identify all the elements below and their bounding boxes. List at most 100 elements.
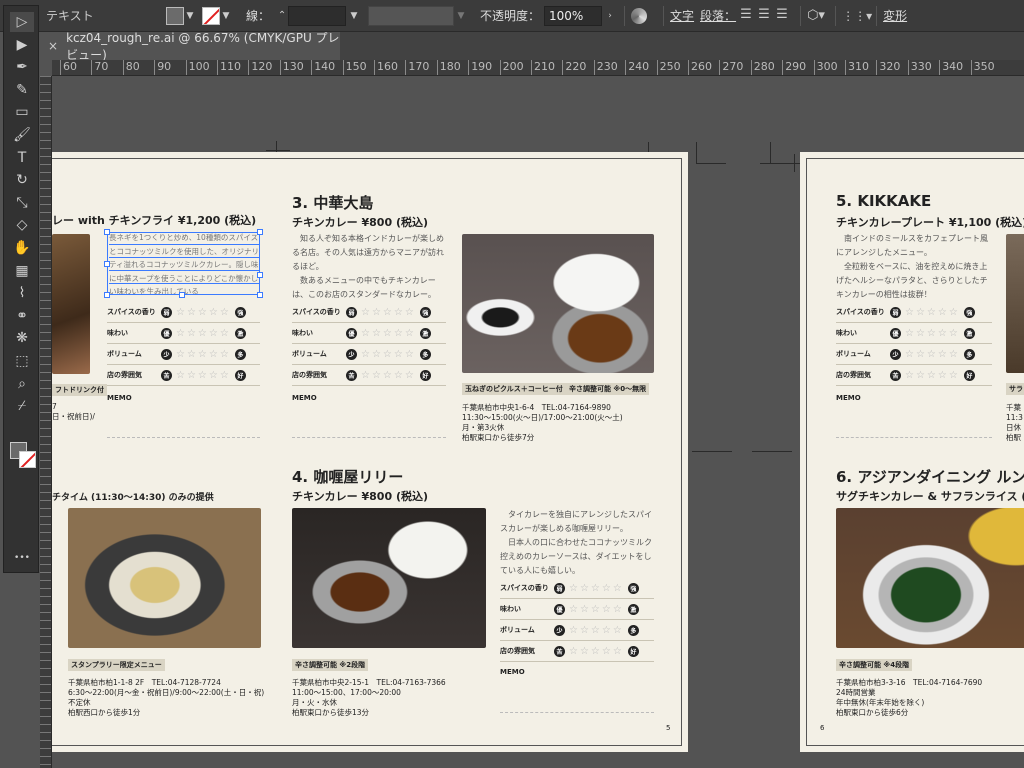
resize-handle[interactable]	[257, 229, 263, 235]
page-number-6: 6	[820, 724, 825, 732]
rating-min-badge: 少	[161, 348, 172, 360]
paintbrush-tool-icon[interactable]: 🖌	[10, 125, 34, 145]
character-link[interactable]: 文字	[670, 7, 694, 24]
more-tools-icon[interactable]: •••	[10, 548, 34, 568]
eyedropper-2-tool-icon[interactable]: ⌿	[10, 396, 34, 416]
rating-stars[interactable]: ☆☆☆☆☆	[569, 604, 624, 615]
rating-stars[interactable]: ☆☆☆☆☆	[176, 370, 231, 381]
close-icon[interactable]: ×	[48, 39, 58, 53]
pen-tool-icon[interactable]: ✒	[10, 57, 34, 77]
document-tab-bar: × kcz04_rough_re.ai @ 66.67% (CMYK/GPU プ…	[40, 31, 1024, 62]
rectangle-tool-icon[interactable]: ▭	[10, 102, 34, 122]
control-bar: テキスト ▼ ▼ 線： ⌃ ▼ ▼ 不透明度： 100% › 文字 段落： ☰ …	[0, 0, 1024, 32]
fill-swatch[interactable]: ▼	[166, 5, 196, 27]
chevron-down-icon[interactable]: ▼	[220, 5, 232, 27]
align-center-icon[interactable]: ☰	[758, 7, 776, 24]
rating-min-badge: 弱	[346, 306, 357, 318]
resize-handle[interactable]	[104, 292, 110, 298]
document-tab[interactable]: × kcz04_rough_re.ai @ 66.67% (CMYK/GPU プ…	[40, 31, 340, 62]
stroke-swatch[interactable]: ▼	[202, 5, 232, 27]
shape-options-icon[interactable]: ⬡▾	[807, 8, 829, 23]
section4-rating: スパイスの香り弱 ☆☆☆☆☆ 強味わい優 ☆☆☆☆☆ 激ボリューム少 ☆☆☆☆☆ 多店の雰囲…	[500, 578, 654, 662]
align-left-icon[interactable]: ☰	[740, 7, 758, 24]
rating-stars[interactable]: ☆☆☆☆☆	[569, 583, 624, 594]
section3-tag-2: 辛さ調整可能 ※0〜無限	[566, 383, 650, 395]
scale-tool-icon[interactable]: ⤡	[10, 193, 34, 213]
type-tool-icon[interactable]: T	[10, 148, 34, 168]
ruler-tick-label: 200	[499, 60, 524, 75]
brush-definition-dropdown[interactable]: ▼	[368, 5, 468, 27]
resize-handle[interactable]	[179, 292, 185, 298]
artboard-page-5[interactable]: レー with チキンフライ ¥1,200 (税込) 長ネギを1つくりと炒め、1…	[52, 152, 688, 752]
rating-stars[interactable]: ☆☆☆☆☆	[361, 370, 416, 381]
stroke-weight-stepper[interactable]: ⌃ ▼	[276, 5, 362, 27]
eyedropper-tool-icon[interactable]: ⌇	[10, 283, 34, 303]
opacity-field[interactable]: 100%	[544, 5, 603, 26]
section4-memo: MEMO	[500, 668, 525, 676]
rating-stars[interactable]: ☆☆☆☆☆	[905, 370, 960, 381]
rating-stars[interactable]: ☆☆☆☆☆	[569, 646, 624, 657]
rating-row: ボリューム 少 ☆☆☆☆☆ 多	[836, 344, 992, 365]
artboard-canvas[interactable]: レー with チキンフライ ¥1,200 (税込) 長ネギを1つくりと炒め、1…	[52, 76, 1024, 768]
rating-stars[interactable]: ☆☆☆☆☆	[905, 328, 960, 339]
section1-photo	[52, 234, 90, 374]
ruler-tick-label: 100	[185, 60, 210, 75]
rating-stars[interactable]: ☆☆☆☆☆	[361, 349, 416, 360]
rating-stars[interactable]: ☆☆☆☆☆	[905, 307, 960, 318]
rating-min-badge: 苦	[554, 645, 565, 657]
section1-rating: スパイスの香り弱 ☆☆☆☆☆ 強味わい優 ☆☆☆☆☆ 激ボリューム少 ☆☆☆☆☆ 多店の雰囲…	[107, 302, 260, 386]
rating-min-badge: 苦	[346, 369, 357, 381]
ruler-tick-label: 350	[970, 60, 995, 75]
align-objects-icon[interactable]: ⋮⋮▾	[842, 9, 872, 23]
transform-link[interactable]: 変形	[883, 7, 907, 24]
rating-stars[interactable]: ☆☆☆☆☆	[361, 307, 416, 318]
rating-stars[interactable]: ☆☆☆☆☆	[176, 328, 231, 339]
resize-handle[interactable]	[257, 272, 263, 278]
artboard-tool-icon[interactable]: ⬚	[10, 351, 34, 371]
rating-label: 味わい	[836, 329, 857, 337]
section4-addr: 千葉県柏市中央2-15-1 TEL:04-7163-7366 11:00〜15:…	[292, 678, 446, 717]
rating-row: ボリューム 少 ☆☆☆☆☆ 多	[107, 344, 260, 365]
rating-stars[interactable]: ☆☆☆☆☆	[176, 349, 231, 360]
ruler-tick-label: 330	[907, 60, 932, 75]
symbol-sprayer-tool-icon[interactable]: ❋	[10, 328, 34, 348]
text-selection-box[interactable]	[107, 232, 260, 295]
section4-subtitle: チキンカレー ¥800 (税込)	[292, 490, 428, 503]
blend-tool-icon[interactable]: ⚭	[10, 306, 34, 326]
rating-row: 味わい 優 ☆☆☆☆☆ 激	[107, 323, 260, 344]
ruler-tick-label: 300	[813, 60, 838, 75]
chevron-down-icon[interactable]: ▼	[346, 5, 362, 27]
direct-selection-tool-icon[interactable]: ▶	[10, 35, 34, 55]
section1b-addr: 千葉県柏市柏1-1-8 2F TEL:04-7128-7724 6:30〜22:…	[68, 678, 265, 717]
selection-tool-icon[interactable]: ▷	[10, 12, 34, 32]
resize-handle[interactable]	[257, 292, 263, 298]
paragraph-link[interactable]: 段落：	[700, 7, 736, 24]
zoom-tool-icon[interactable]: ⌕	[10, 374, 34, 394]
recolor-artwork-icon[interactable]	[631, 7, 648, 24]
rating-label: スパイスの香り	[500, 584, 549, 592]
rating-stars[interactable]: ☆☆☆☆☆	[569, 625, 624, 636]
align-right-icon[interactable]: ☰	[776, 7, 794, 24]
chevron-down-icon[interactable]: ▼	[184, 5, 196, 27]
rating-stars[interactable]: ☆☆☆☆☆	[176, 307, 231, 318]
rating-label: ボリューム	[107, 350, 142, 358]
rating-label: ボリューム	[292, 350, 327, 358]
artboard-page-6[interactable]: 5. KIKKAKE チキンカレープレート ¥1,100 (税込) 南インドのミ…	[800, 152, 1024, 752]
resize-handle[interactable]	[104, 261, 110, 267]
puppet-warp-tool-icon[interactable]: ✋	[10, 238, 34, 258]
rating-stars[interactable]: ☆☆☆☆☆	[905, 349, 960, 360]
section3-tag-1: 玉ねぎのピクルス＋コーヒー付	[462, 383, 566, 395]
vertical-ruler[interactable]	[40, 76, 52, 768]
chevron-right-icon[interactable]: ›	[602, 5, 618, 27]
fill-stroke-widget[interactable]	[10, 442, 36, 468]
gradient-tool-icon[interactable]: ▦	[10, 261, 34, 281]
ruler-tick-label: 120	[248, 60, 272, 75]
rotate-tool-icon[interactable]: ↻	[10, 170, 34, 190]
section4-body: タイカレーを独自にアレンジしたスパイスカレーが楽しめる咖喱屋リリー。 日本人の口…	[500, 510, 652, 575]
eraser-tool-icon[interactable]: ◇	[10, 215, 34, 235]
horizontal-ruler[interactable]: 60 70 80 90 100 110 120 130 140 150 160 170 180 190 20…	[52, 60, 1024, 76]
section5-title: 5. KIKKAKE	[836, 192, 932, 210]
curvature-tool-icon[interactable]: ✎	[10, 80, 34, 100]
rating-stars[interactable]: ☆☆☆☆☆	[361, 328, 416, 339]
resize-handle[interactable]	[104, 229, 110, 235]
